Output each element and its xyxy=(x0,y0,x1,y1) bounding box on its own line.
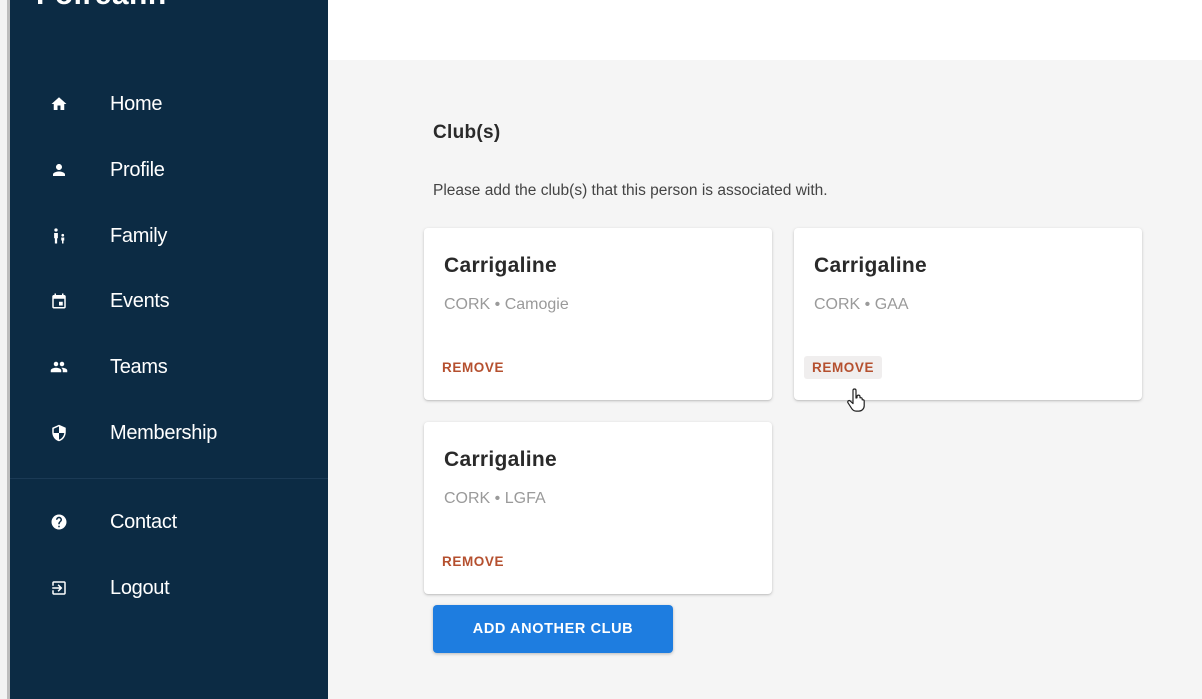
remove-club-button[interactable]: REMOVE xyxy=(804,356,883,379)
sidebar-item-logout[interactable]: Logout xyxy=(10,568,328,608)
help-icon xyxy=(48,511,70,533)
section-description: Please add the club(s) that this person … xyxy=(433,182,828,199)
hand-pointer-cursor-icon xyxy=(847,388,865,412)
sidebar-item-label: Home xyxy=(110,92,163,115)
sidebar-divider xyxy=(10,478,328,479)
club-name: Carrigaline xyxy=(814,254,928,277)
sidebar-item-label: Profile xyxy=(110,158,165,181)
club-name: Carrigaline xyxy=(444,448,558,471)
shield-icon xyxy=(48,422,70,444)
add-club-button[interactable]: ADD ANOTHER CLUB xyxy=(433,605,673,653)
person-icon xyxy=(48,159,70,181)
club-card: Carrigaline CORK • LGFA REMOVE xyxy=(424,422,772,594)
club-details: CORK • Camogie xyxy=(444,296,569,313)
sidebar-item-label: Membership xyxy=(110,421,218,444)
sidebar-item-label: Contact xyxy=(110,510,177,533)
sidebar: Foireann Home Profile Family Events xyxy=(10,0,328,699)
club-card: Carrigaline CORK • GAA REMOVE xyxy=(794,228,1142,400)
club-details: CORK • LGFA xyxy=(444,490,546,507)
sidebar-item-family[interactable]: Family xyxy=(10,216,328,256)
window-edge xyxy=(0,0,10,699)
sidebar-item-label: Teams xyxy=(110,355,168,378)
group-icon xyxy=(48,356,70,378)
home-icon xyxy=(48,93,70,115)
sidebar-item-label: Family xyxy=(110,224,168,247)
family-icon xyxy=(48,225,70,247)
top-bar xyxy=(328,0,1202,60)
brand-logo-text[interactable]: Foireann xyxy=(36,0,167,12)
sidebar-item-membership[interactable]: Membership xyxy=(10,413,328,453)
club-details: CORK • GAA xyxy=(814,296,909,313)
logout-icon xyxy=(48,577,70,599)
sidebar-item-label: Events xyxy=(110,289,170,312)
remove-club-button[interactable]: REMOVE xyxy=(434,356,512,379)
main-content: Club(s) Please add the club(s) that this… xyxy=(328,60,1202,699)
sidebar-item-profile[interactable]: Profile xyxy=(10,150,328,190)
sidebar-item-home[interactable]: Home xyxy=(10,84,328,124)
club-name: Carrigaline xyxy=(444,254,558,277)
app-window: Foireann Home Profile Family Events xyxy=(0,0,1202,699)
club-card: Carrigaline CORK • Camogie REMOVE xyxy=(424,228,772,400)
remove-club-button[interactable]: REMOVE xyxy=(434,550,512,573)
calendar-icon xyxy=(48,290,70,312)
sidebar-item-teams[interactable]: Teams xyxy=(10,347,328,387)
sidebar-item-label: Logout xyxy=(110,576,170,599)
section-title: Club(s) xyxy=(433,122,501,143)
sidebar-item-events[interactable]: Events xyxy=(10,281,328,321)
sidebar-item-contact[interactable]: Contact xyxy=(10,502,328,542)
